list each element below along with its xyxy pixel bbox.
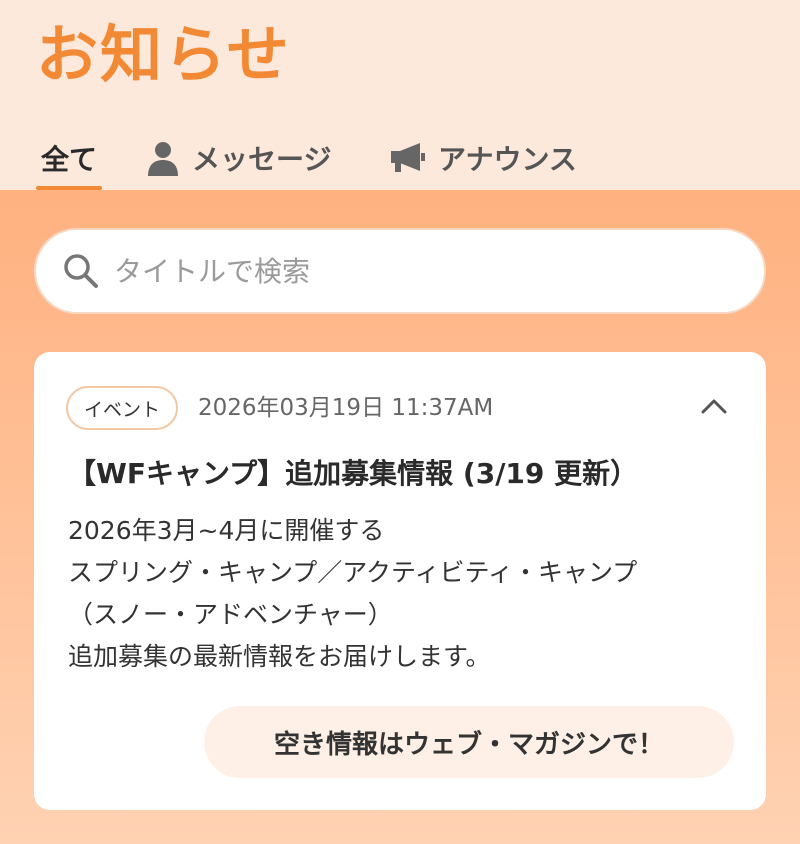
body-line: （スノー・アドベンチャー） [68,600,393,629]
header: お知らせ 全て メッセージ アナウンス [0,0,800,190]
notification-card[interactable]: イベント 2026年03月19日 11:37AM 【WFキャンプ】追加募集情報 … [34,352,766,810]
search-icon [62,252,100,290]
megaphone-icon [390,142,426,174]
search-input[interactable] [112,253,676,289]
body-line: 追加募集の最新情報をお届けします。 [68,642,491,671]
person-icon [146,140,180,176]
category-badge: イベント [66,386,179,430]
tab-label: アナウンス [438,143,577,176]
body-line: スプリング・キャンプ／アクティビティ・キャンプ [68,558,638,587]
tab-all[interactable]: 全て [36,126,102,190]
timestamp: 2026年03月19日 11:37AM [198,395,494,421]
search-bar[interactable] [34,228,766,314]
tab-label: メッセージ [192,143,332,176]
collapse-button[interactable] [698,392,730,424]
chevron-up-icon [701,398,727,418]
notification-body: 2026年3月~4月に開催する スプリング・キャンプ／アクティビティ・キャンプ … [68,510,748,678]
notification-title: 【WFキャンプ】追加募集情報 (3/19 更新） [68,457,639,490]
tab-announce[interactable]: アナウンス [390,126,577,190]
body-line: 2026年3月~4月に開催する [68,516,385,545]
tab-bar: 全て メッセージ アナウンス [0,126,800,190]
tab-message[interactable]: メッセージ [146,126,331,190]
web-magazine-button[interactable]: 空き情報はウェブ・マガジンで！ [204,706,734,778]
content-area: イベント 2026年03月19日 11:37AM 【WFキャンプ】追加募集情報 … [0,190,800,844]
page-title: お知らせ [36,18,291,91]
tab-label: 全て [40,143,97,176]
